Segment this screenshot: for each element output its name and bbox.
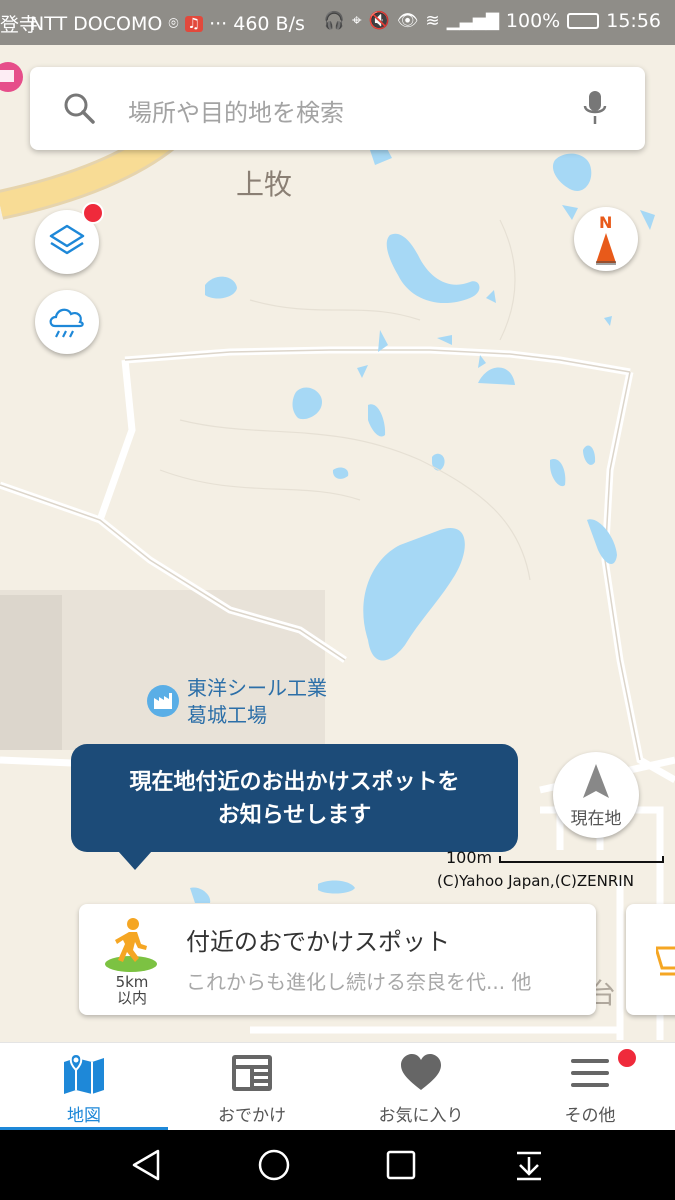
mute-icon: 🔇 (368, 11, 390, 31)
battery-percent: 100% (505, 10, 561, 32)
system-navigation-bar (0, 1130, 675, 1200)
microphone-icon[interactable] (583, 89, 607, 127)
spot-card-subtitle: これからも進化し続ける奈良を代... 他 (186, 970, 532, 994)
headphones-icon: 🎧 (323, 11, 346, 31)
home-icon[interactable] (256, 1147, 292, 1183)
rain-cloud-icon (49, 308, 84, 338)
nearby-spot-card[interactable]: 5km 以内 付近のおでかけスポット これからも進化し続ける奈良を代... 他 (79, 904, 596, 1015)
nav-label-map: 地図 (67, 1106, 101, 1126)
poi-name-line2: 葛城工場 (187, 703, 267, 727)
cup-icon (656, 946, 675, 976)
eye-icon: 👁 (396, 11, 419, 31)
location-pin-icon: ⌖ (352, 11, 362, 31)
area-label: 上牧 (236, 168, 293, 201)
back-icon[interactable] (128, 1147, 164, 1183)
map-copyright: (C)Yahoo Japan,(C)ZENRIN (437, 872, 634, 890)
nav-label-favorites: お気に入り (378, 1106, 464, 1126)
distance-unit: 以内 (116, 989, 147, 1007)
music-app-icon: ♫ (184, 15, 204, 32)
spot-card-title: 付近のおでかけスポット (186, 928, 450, 956)
current-location-button[interactable]: 現在地 (553, 752, 639, 838)
wifi-icon: ≋ (425, 11, 440, 31)
carrier-label: NTT DOCOMO (30, 12, 163, 35)
nav-label-other: その他 (564, 1106, 616, 1126)
battery-icon (567, 13, 600, 29)
map-canvas[interactable] (0, 45, 675, 1042)
compass-north-letter: N (599, 213, 613, 232)
scale-label: 100m (446, 848, 493, 867)
layers-notification-dot (82, 202, 104, 224)
distance-value: 5km (115, 973, 149, 991)
nav-tab-odekake[interactable]: おでかけ (168, 1043, 336, 1131)
map-graphics (0, 45, 675, 1042)
poi-name-line1: 東洋シール工業 (187, 676, 327, 700)
location-icon: ⌾ (168, 13, 179, 34)
poi-label[interactable]: 東洋シール工業 葛城工場 (187, 675, 327, 729)
scale-bar (499, 856, 664, 863)
compass-needle-icon (596, 233, 616, 265)
news-icon (232, 1055, 272, 1091)
nav-tab-map[interactable]: 地図 (0, 1043, 168, 1131)
nav-tab-favorites[interactable]: お気に入り (337, 1043, 505, 1131)
search-bar[interactable]: 場所や目的地を検索 (30, 67, 645, 150)
current-location-label: 現在地 (570, 809, 622, 829)
walking-person-icon (105, 918, 157, 972)
rain-radar-button[interactable] (35, 290, 99, 354)
search-input[interactable]: 場所や目的地を検索 (128, 93, 344, 128)
compass-button[interactable]: N (574, 207, 638, 271)
nav-tab-other[interactable]: その他 (506, 1043, 674, 1131)
bottom-navigation: 地図 おでかけ お気に入り その他 (0, 1042, 675, 1131)
distance-badge: 5km 以内 (103, 974, 161, 1006)
signal-icon: ▁▃▅▇ (446, 11, 499, 31)
next-card-peek[interactable] (626, 904, 675, 1015)
tooltip-line2: お知らせします (217, 803, 372, 828)
heart-icon (401, 1054, 441, 1090)
clock: 15:56 (606, 10, 661, 32)
notification-pull-icon[interactable] (511, 1147, 547, 1183)
other-notification-dot (616, 1047, 638, 1069)
map-icon (64, 1052, 104, 1094)
search-icon (64, 93, 95, 124)
menu-icon (571, 1059, 609, 1087)
nav-label-odekake: おでかけ (218, 1106, 286, 1126)
spot-tooltip: 現在地付近のお出かけスポットを お知らせします (71, 744, 518, 852)
tooltip-tail (118, 851, 152, 870)
factory-poi-icon[interactable] (146, 684, 180, 718)
recents-icon[interactable] (385, 1149, 417, 1181)
network-speed: ··· 460 B/s (209, 12, 305, 35)
tooltip-line1: 現在地付近のお出かけスポットを (129, 770, 460, 795)
status-bar: 登寺 NTT DOCOMO ⌾ ♫ ··· 460 B/s 🎧 ⌖ 🔇 👁 ≋ … (0, 0, 675, 45)
navigation-arrow-icon (583, 764, 609, 798)
